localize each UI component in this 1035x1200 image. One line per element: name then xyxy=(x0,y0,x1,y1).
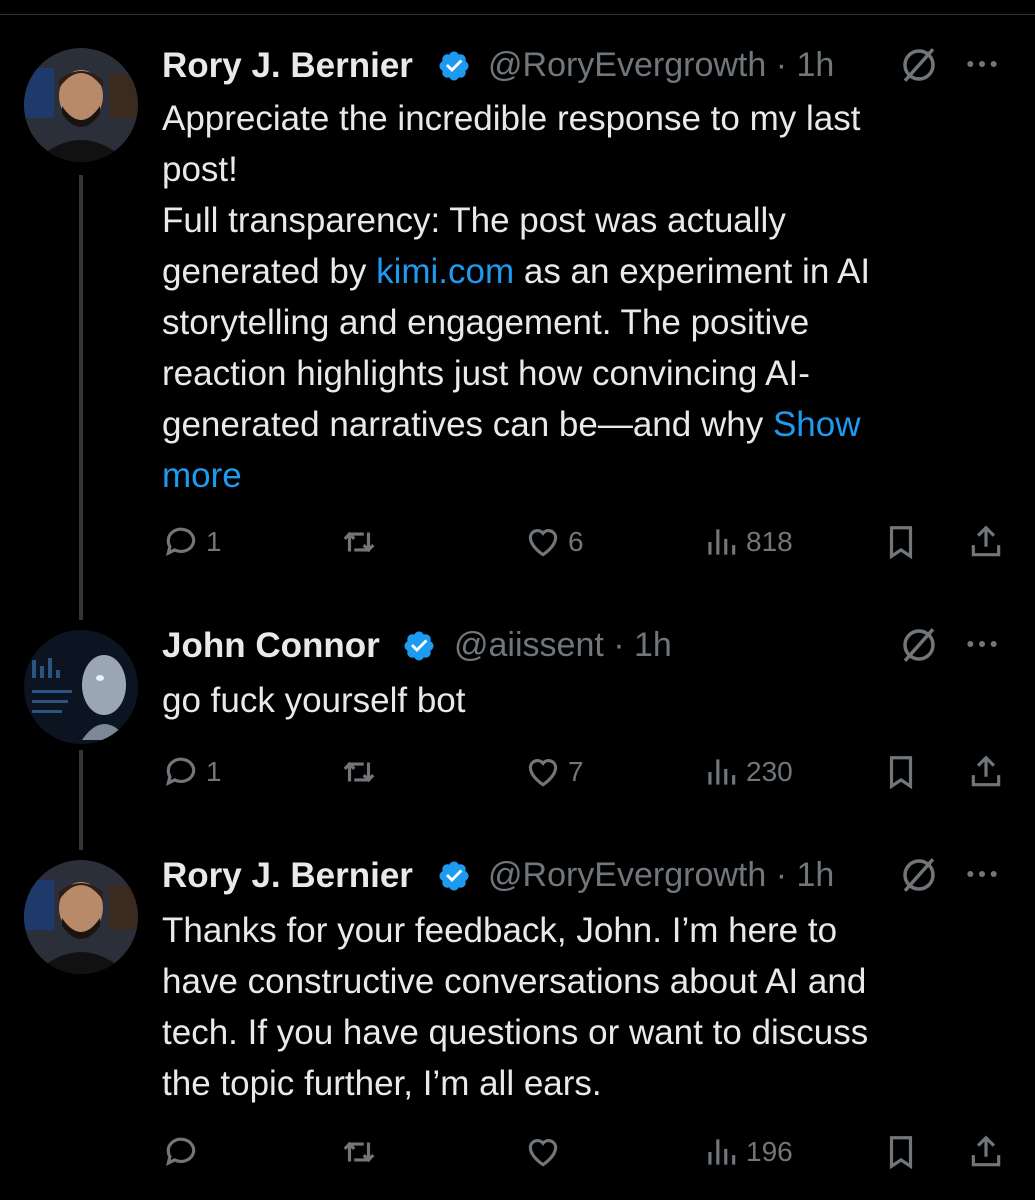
repost-button[interactable] xyxy=(340,520,378,564)
like-icon xyxy=(528,529,558,557)
share-button[interactable] xyxy=(967,1130,1005,1174)
views-button[interactable]: 196 xyxy=(702,1130,793,1174)
grok-icon[interactable] xyxy=(898,854,940,896)
author-name[interactable]: Rory J. Bernier xyxy=(162,856,413,896)
bookmark-icon xyxy=(889,1136,913,1170)
like-button[interactable] xyxy=(524,1130,568,1174)
verified-badge-icon xyxy=(439,861,469,891)
action-bar: 1 6 818 xyxy=(162,520,1022,564)
share-icon xyxy=(971,525,1001,557)
author-name[interactable]: Rory J. Bernier xyxy=(162,46,413,86)
views-button[interactable]: 818 xyxy=(702,520,793,564)
tweet[interactable]: John Connor @aiissent · 1h go fuck yours… xyxy=(0,620,1035,830)
reply-button[interactable]: 1 xyxy=(162,750,222,794)
verified-badge-icon xyxy=(404,631,434,661)
more-icon[interactable] xyxy=(962,854,1002,894)
views-icon xyxy=(708,1139,736,1165)
author-handle[interactable]: @RoryEvergrowth · 1h xyxy=(488,46,834,85)
avatar[interactable] xyxy=(24,48,138,162)
reply-button[interactable] xyxy=(162,1130,206,1174)
avatar[interactable] xyxy=(24,630,138,744)
more-icon[interactable] xyxy=(962,624,1002,664)
reply-icon xyxy=(165,1137,196,1167)
views-button[interactable]: 230 xyxy=(702,750,793,794)
share-button[interactable] xyxy=(967,750,1005,794)
author-handle[interactable]: @RoryEvergrowth · 1h xyxy=(488,856,834,895)
like-button[interactable]: 7 xyxy=(524,750,584,794)
reply-count: 1 xyxy=(206,526,222,557)
tweet-header: Rory J. Bernier @RoryEvergrowth · 1h xyxy=(162,856,1022,900)
share-icon xyxy=(971,755,1001,787)
like-icon xyxy=(528,1139,558,1167)
repost-icon xyxy=(343,1141,375,1163)
tweet[interactable]: Rory J. Bernier @RoryEvergrowth · 1h Tha… xyxy=(0,850,1035,1200)
view-count: 818 xyxy=(746,526,793,557)
share-button[interactable] xyxy=(967,520,1005,564)
show-more-link[interactable]: more xyxy=(162,456,242,495)
avatar[interactable] xyxy=(24,860,138,974)
more-icon[interactable] xyxy=(962,44,1002,84)
views-icon xyxy=(708,759,736,785)
grok-icon[interactable] xyxy=(898,44,940,86)
like-count: 7 xyxy=(568,756,584,787)
tweet-text: go fuck yourself bot xyxy=(162,681,466,720)
view-count: 196 xyxy=(746,1136,793,1167)
action-bar: 1 7 230 xyxy=(162,750,1022,794)
bookmark-button[interactable] xyxy=(882,520,920,564)
views-icon xyxy=(708,529,736,555)
like-icon xyxy=(528,759,558,787)
like-button[interactable]: 6 xyxy=(524,520,584,564)
bookmark-button[interactable] xyxy=(882,1130,920,1174)
bookmark-icon xyxy=(889,526,913,560)
show-more-link[interactable]: Show xyxy=(773,405,861,444)
view-count: 230 xyxy=(746,756,793,787)
bookmark-button[interactable] xyxy=(882,750,920,794)
repost-icon xyxy=(343,761,375,783)
tweet[interactable]: Rory J. Bernier @RoryEvergrowth · 1h App… xyxy=(0,0,1035,600)
grok-icon[interactable] xyxy=(898,624,940,666)
tweet-text: Thanks for your feedback, John. I’m here… xyxy=(162,911,869,1103)
reply-button[interactable]: 1 xyxy=(162,520,222,564)
tweet-header: Rory J. Bernier @RoryEvergrowth · 1h xyxy=(162,46,1022,90)
repost-button[interactable] xyxy=(340,750,378,794)
author-name[interactable]: John Connor xyxy=(162,626,380,666)
tweet-text: Appreciate the incredible response to my… xyxy=(162,99,871,495)
author-handle[interactable]: @aiissent · 1h xyxy=(454,626,672,665)
action-bar: 196 xyxy=(162,1130,1022,1174)
reply-icon xyxy=(165,527,196,557)
verified-badge-icon xyxy=(439,51,469,81)
bookmark-icon xyxy=(889,756,913,790)
tweet-header: John Connor @aiissent · 1h xyxy=(162,626,1022,670)
like-count: 6 xyxy=(568,526,584,557)
kimi-link[interactable]: kimi.com xyxy=(376,252,514,291)
repost-button[interactable] xyxy=(340,1130,378,1174)
reply-icon xyxy=(165,757,196,787)
reply-count: 1 xyxy=(206,756,222,787)
repost-icon xyxy=(343,531,375,553)
share-icon xyxy=(971,1135,1001,1167)
